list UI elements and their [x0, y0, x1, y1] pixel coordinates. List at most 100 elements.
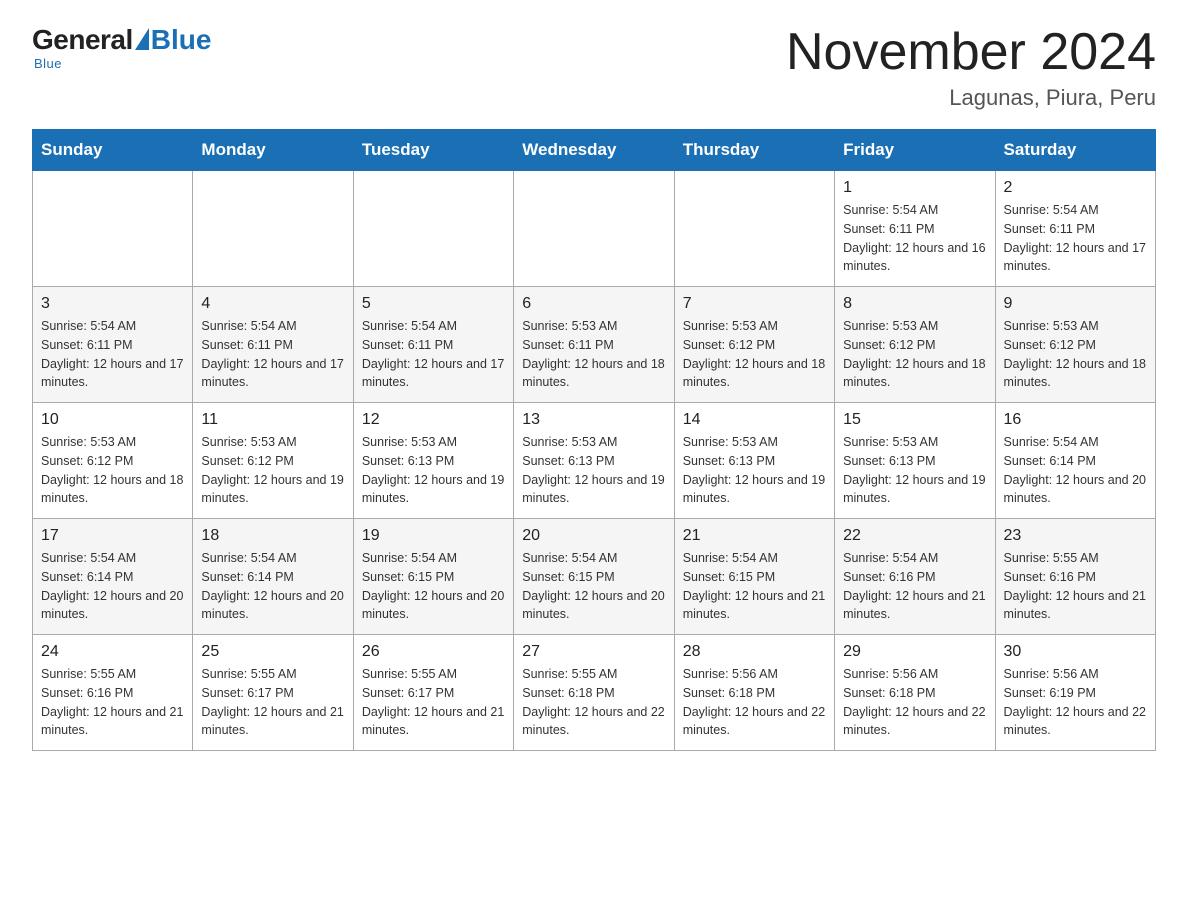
calendar-cell: 26 Sunrise: 5:55 AMSunset: 6:17 PMDayligh… — [353, 635, 513, 751]
col-wednesday: Wednesday — [514, 130, 674, 171]
logo-subtitle: Blue — [34, 56, 62, 71]
day-info: Sunrise: 5:53 AMSunset: 6:11 PMDaylight:… — [522, 317, 665, 392]
day-info: Sunrise: 5:54 AMSunset: 6:15 PMDaylight:… — [522, 549, 665, 624]
calendar-cell: 14Sunrise: 5:53 AMSunset: 6:13 PMDayligh… — [674, 403, 834, 519]
calendar-cell: 22Sunrise: 5:54 AMSunset: 6:16 PMDayligh… — [835, 519, 995, 635]
day-info: Sunrise: 5:54 AMSunset: 6:14 PMDaylight:… — [41, 549, 184, 624]
calendar-cell: 12 Sunrise: 5:53 AMSunset: 6:13 PMDayligh… — [353, 403, 513, 519]
calendar-week-row: 3Sunrise: 5:54 AMSunset: 6:11 PMDaylight… — [33, 287, 1156, 403]
day-info: Sunrise: 5:54 AMSunset: 6:15 PMDaylight:… — [683, 549, 826, 624]
calendar-cell: 10 Sunrise: 5:53 AMSunset: 6:12 PMDayligh… — [33, 403, 193, 519]
day-info: Sunrise: 5:55 AMSunset: 6:18 PMDaylight:… — [522, 665, 665, 740]
day-info: Sunrise: 5:53 AMSunset: 6:12 PMDaylight:… — [41, 433, 184, 508]
day-number: 7 — [683, 295, 826, 313]
calendar-cell — [514, 171, 674, 287]
day-info: Sunrise: 5:53 AMSunset: 6:12 PMDaylight:… — [843, 317, 986, 392]
calendar-cell: 18 Sunrise: 5:54 AMSunset: 6:14 PMDayligh… — [193, 519, 353, 635]
calendar-cell: 21 Sunrise: 5:54 AMSunset: 6:15 PMDayligh… — [674, 519, 834, 635]
calendar-cell: 9 Sunrise: 5:53 AMSunset: 6:12 PMDaylight… — [995, 287, 1155, 403]
col-tuesday: Tuesday — [353, 130, 513, 171]
col-thursday: Thursday — [674, 130, 834, 171]
day-number: 13 — [522, 411, 665, 429]
calendar-week-row: 1 Sunrise: 5:54 AMSunset: 6:11 PMDaylight… — [33, 171, 1156, 287]
calendar-cell: 23 Sunrise: 5:55 AMSunset: 6:16 PMDayligh… — [995, 519, 1155, 635]
calendar-cell: 25 Sunrise: 5:55 AMSunset: 6:17 PMDayligh… — [193, 635, 353, 751]
day-number: 12 — [362, 411, 505, 429]
col-monday: Monday — [193, 130, 353, 171]
day-number: 24 — [41, 643, 184, 661]
day-info: Sunrise: 5:53 AMSunset: 6:13 PMDaylight:… — [522, 433, 665, 508]
day-number: 30 — [1004, 643, 1147, 661]
calendar-title: November 2024 — [786, 24, 1156, 81]
day-number: 10 — [41, 411, 184, 429]
calendar-week-row: 24 Sunrise: 5:55 AMSunset: 6:16 PMDayligh… — [33, 635, 1156, 751]
day-info: Sunrise: 5:54 AMSunset: 6:11 PMDaylight:… — [41, 317, 184, 392]
day-info: Sunrise: 5:53 AMSunset: 6:12 PMDaylight:… — [1004, 317, 1147, 392]
page-header: General Blue Blue November 2024 Lagunas,… — [32, 24, 1156, 111]
calendar-cell: 5Sunrise: 5:54 AMSunset: 6:11 PMDaylight… — [353, 287, 513, 403]
day-info: Sunrise: 5:55 AMSunset: 6:16 PMDaylight:… — [41, 665, 184, 740]
day-info: Sunrise: 5:54 AMSunset: 6:11 PMDaylight:… — [201, 317, 344, 392]
day-number: 25 — [201, 643, 344, 661]
calendar-table: Sunday Monday Tuesday Wednesday Thursday… — [32, 129, 1156, 751]
calendar-cell: 4 Sunrise: 5:54 AMSunset: 6:11 PMDaylight… — [193, 287, 353, 403]
day-number: 21 — [683, 527, 826, 545]
day-number: 27 — [522, 643, 665, 661]
calendar-cell: 15Sunrise: 5:53 AMSunset: 6:13 PMDayligh… — [835, 403, 995, 519]
calendar-subtitle: Lagunas, Piura, Peru — [786, 85, 1156, 111]
day-info: Sunrise: 5:55 AMSunset: 6:16 PMDaylight:… — [1004, 549, 1147, 624]
day-info: Sunrise: 5:53 AMSunset: 6:12 PMDaylight:… — [201, 433, 344, 508]
calendar-cell: 27 Sunrise: 5:55 AMSunset: 6:18 PMDayligh… — [514, 635, 674, 751]
calendar-cell — [193, 171, 353, 287]
day-number: 26 — [362, 643, 505, 661]
col-friday: Friday — [835, 130, 995, 171]
logo-blue-text: Blue — [151, 24, 212, 56]
day-info: Sunrise: 5:55 AMSunset: 6:17 PMDaylight:… — [362, 665, 505, 740]
day-info: Sunrise: 5:54 AMSunset: 6:14 PMDaylight:… — [201, 549, 344, 624]
day-number: 5 — [362, 295, 505, 313]
day-info: Sunrise: 5:54 AMSunset: 6:14 PMDaylight:… — [1004, 433, 1147, 508]
day-info: Sunrise: 5:53 AMSunset: 6:13 PMDaylight:… — [362, 433, 505, 508]
day-number: 9 — [1004, 295, 1147, 313]
day-number: 16 — [1004, 411, 1147, 429]
day-number: 23 — [1004, 527, 1147, 545]
day-info: Sunrise: 5:53 AMSunset: 6:12 PMDaylight:… — [683, 317, 826, 392]
logo-general-text: General — [32, 24, 133, 56]
day-info: Sunrise: 5:53 AMSunset: 6:13 PMDaylight:… — [843, 433, 986, 508]
day-info: Sunrise: 5:54 AMSunset: 6:16 PMDaylight:… — [843, 549, 986, 624]
day-number: 6 — [522, 295, 665, 313]
calendar-cell: 28Sunrise: 5:56 AMSunset: 6:18 PMDayligh… — [674, 635, 834, 751]
calendar-cell — [33, 171, 193, 287]
calendar-header: Sunday Monday Tuesday Wednesday Thursday… — [33, 130, 1156, 171]
day-info: Sunrise: 5:56 AMSunset: 6:18 PMDaylight:… — [683, 665, 826, 740]
day-info: Sunrise: 5:55 AMSunset: 6:17 PMDaylight:… — [201, 665, 344, 740]
day-number: 17 — [41, 527, 184, 545]
day-number: 2 — [1004, 179, 1147, 197]
calendar-cell: 24 Sunrise: 5:55 AMSunset: 6:16 PMDayligh… — [33, 635, 193, 751]
col-sunday: Sunday — [33, 130, 193, 171]
day-number: 8 — [843, 295, 986, 313]
calendar-week-row: 10 Sunrise: 5:53 AMSunset: 6:12 PMDayligh… — [33, 403, 1156, 519]
day-number: 18 — [201, 527, 344, 545]
calendar-cell: 7 Sunrise: 5:53 AMSunset: 6:12 PMDaylight… — [674, 287, 834, 403]
day-info: Sunrise: 5:56 AMSunset: 6:19 PMDaylight:… — [1004, 665, 1147, 740]
day-number: 20 — [522, 527, 665, 545]
logo-triangle-icon — [135, 28, 149, 50]
day-number: 14 — [683, 411, 826, 429]
day-number: 1 — [843, 179, 986, 197]
calendar-week-row: 17 Sunrise: 5:54 AMSunset: 6:14 PMDayligh… — [33, 519, 1156, 635]
calendar-cell: 6 Sunrise: 5:53 AMSunset: 6:11 PMDaylight… — [514, 287, 674, 403]
col-saturday: Saturday — [995, 130, 1155, 171]
calendar-body: 1 Sunrise: 5:54 AMSunset: 6:11 PMDaylight… — [33, 171, 1156, 751]
calendar-cell: 11Sunrise: 5:53 AMSunset: 6:12 PMDayligh… — [193, 403, 353, 519]
calendar-cell: 1 Sunrise: 5:54 AMSunset: 6:11 PMDaylight… — [835, 171, 995, 287]
day-info: Sunrise: 5:54 AMSunset: 6:11 PMDaylight:… — [1004, 201, 1147, 276]
calendar-cell: 8 Sunrise: 5:53 AMSunset: 6:12 PMDaylight… — [835, 287, 995, 403]
day-info: Sunrise: 5:56 AMSunset: 6:18 PMDaylight:… — [843, 665, 986, 740]
day-number: 4 — [201, 295, 344, 313]
calendar-cell: 19Sunrise: 5:54 AMSunset: 6:15 PMDayligh… — [353, 519, 513, 635]
days-of-week-row: Sunday Monday Tuesday Wednesday Thursday… — [33, 130, 1156, 171]
day-info: Sunrise: 5:54 AMSunset: 6:11 PMDaylight:… — [843, 201, 986, 276]
day-number: 29 — [843, 643, 986, 661]
calendar-cell: 13 Sunrise: 5:53 AMSunset: 6:13 PMDayligh… — [514, 403, 674, 519]
